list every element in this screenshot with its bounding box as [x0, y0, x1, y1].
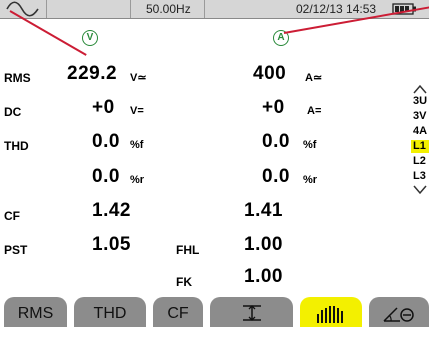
thd-r-voltage-value: 0.0	[92, 166, 120, 187]
fhl-current-value: 1.00	[244, 234, 283, 255]
bargraph-icon	[317, 306, 343, 323]
measurement-screen: V A RMS 229.2 V≃ 400 A≃ DC +0 V= +0 A= T…	[0, 19, 410, 294]
thd-f-voltage-unit: %f	[130, 139, 144, 151]
fhl-label: FHL	[176, 243, 200, 257]
selector-item-l3[interactable]: L3	[411, 170, 429, 183]
tab-rms[interactable]: RMS	[4, 297, 67, 327]
thd-r-current-value: 0.0	[262, 166, 290, 187]
voltage-channel-icon: V	[82, 30, 98, 46]
selector-item-3u[interactable]: 3U	[411, 95, 429, 108]
frequency-readout: 50.00Hz	[146, 2, 191, 16]
chevron-down-icon[interactable]	[413, 185, 427, 195]
dc-voltage-value: +0	[92, 97, 115, 118]
rms-voltage-value: 229.2	[67, 63, 118, 84]
dc-current-unit: A=	[307, 105, 322, 117]
chevron-up-icon[interactable]	[413, 84, 427, 94]
thd-r-voltage-unit: %r	[130, 174, 145, 186]
row-label-dc: DC	[4, 105, 22, 119]
bottom-tab-bar: RMS THD CF	[0, 295, 429, 329]
selector-item-4a[interactable]: 4A	[411, 125, 429, 138]
tab-cf[interactable]: CF	[153, 297, 203, 327]
rms-voltage-unit: V≃	[130, 72, 147, 84]
selector-item-l2[interactable]: L2	[411, 155, 429, 168]
fk-label: FK	[176, 275, 192, 289]
datetime-readout: 02/12/13 14:53	[296, 2, 377, 16]
cf-current-value: 1.41	[244, 200, 283, 221]
tab-min-max[interactable]	[210, 297, 293, 327]
thd-r-current-unit: %r	[303, 174, 318, 186]
thd-f-current-value: 0.0	[262, 131, 290, 152]
selector-item-3v[interactable]: 3V	[411, 110, 429, 123]
dc-voltage-unit: V=	[130, 105, 144, 117]
channel-selector[interactable]: 3U 3V 4A L1 L2 L3	[411, 84, 429, 235]
row-label-cf: CF	[4, 209, 20, 223]
min-max-icon	[242, 305, 261, 321]
tab-bargraph[interactable]	[300, 297, 362, 327]
pst-voltage-value: 1.05	[92, 234, 131, 255]
rms-current-unit: A≃	[305, 72, 323, 84]
rms-current-value: 400	[253, 63, 287, 84]
tab-thd[interactable]: THD	[74, 297, 146, 327]
selector-item-l1[interactable]: L1	[411, 140, 429, 153]
row-label-pst: PST	[4, 243, 28, 257]
row-label-thd: THD	[4, 139, 29, 153]
fk-current-value: 1.00	[244, 266, 283, 287]
thd-f-current-unit: %f	[303, 139, 317, 151]
cf-voltage-value: 1.42	[92, 200, 131, 221]
status-bar: 50.00Hz 02/12/13 14:53	[0, 0, 429, 19]
dc-current-value: +0	[262, 97, 285, 118]
thd-f-voltage-value: 0.0	[92, 131, 120, 152]
row-label-rms: RMS	[4, 71, 31, 85]
tab-phase[interactable]	[369, 297, 429, 327]
phase-angle-icon	[383, 307, 414, 322]
